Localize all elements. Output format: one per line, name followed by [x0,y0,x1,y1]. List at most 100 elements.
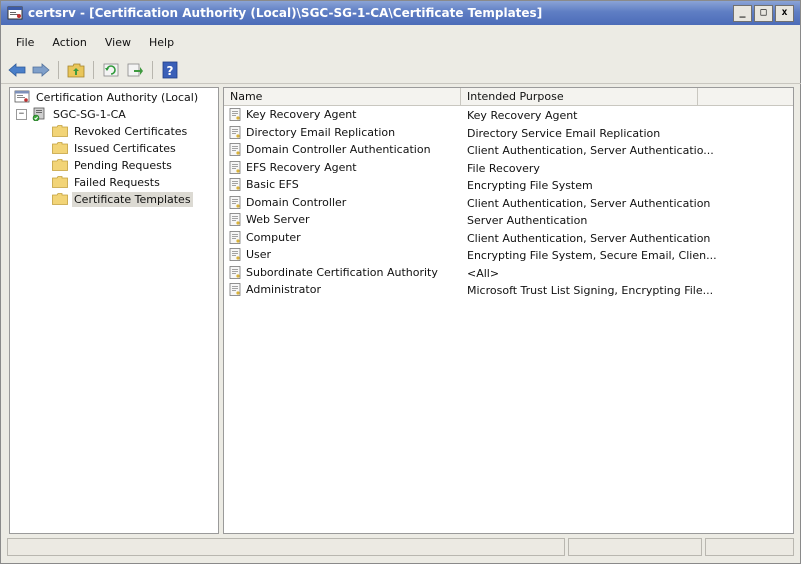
template-name-label: Directory Email Replication [246,125,396,139]
certificate-template-icon [229,108,241,121]
template-name-label: Domain Controller [246,195,347,209]
certificate-template-icon [229,125,241,139]
ca-server-icon [32,107,45,121]
cell-intended-purpose: Client Authentication, Server Authentica… [467,144,714,157]
column-header-intended-purpose[interactable]: Intended Purpose [461,88,698,105]
window-title: certsrv - [Certification Authority (Loca… [28,6,543,20]
tree-label-ca: SGC-SG-1-CA [53,107,126,121]
table-row[interactable]: Subordinate Certification Authority <All> [224,265,793,282]
tree-label-failed: Failed Requests [74,175,160,189]
cell-template-name: Web Server [229,213,310,226]
status-bar [7,538,794,556]
cell-intended-purpose: File Recovery [467,161,540,175]
tree-item-ca[interactable]: − SGC-SG-1-CA [16,106,128,122]
template-name-label: Subordinate Certification Authority [246,265,438,279]
tree-item-pending[interactable]: Pending Requests [52,157,174,173]
folder-icon [52,159,68,171]
menu-bar: File Action View Help [1,33,801,53]
certificate-template-icon [229,213,241,226]
tree-item-issued[interactable]: Issued Certificates [52,140,178,156]
list-header: Name Intended Purpose [224,88,793,106]
back-arrow-icon [8,63,26,77]
toolbar-separator [58,61,59,79]
cell-template-name: Domain Controller [229,196,346,209]
menu-file[interactable]: File [7,33,43,53]
refresh-button[interactable] [101,60,121,80]
menu-view[interactable]: View [96,33,140,53]
table-row[interactable]: User Encrypting File System, Secure Email… [224,247,793,264]
certsrv-app-icon [7,6,23,20]
cell-intended-purpose: Directory Service Email Replication [467,126,661,140]
status-segment-middle [568,538,702,556]
title-bar[interactable]: certsrv - [Certification Authority (Loca… [1,1,800,25]
certification-authority-icon [14,90,30,103]
template-name-label: Basic EFS [246,178,299,191]
up-folder-icon [67,63,85,78]
menu-action[interactable]: Action [43,33,95,53]
export-icon [127,63,143,77]
table-row[interactable]: Domain Controller Authentication Client A… [224,142,793,159]
column-header-empty[interactable] [698,88,793,105]
tree-label-certificate-templates: Certificate Templates [72,191,193,207]
table-row[interactable]: Directory Email Replication Directory Ser… [224,125,793,142]
help-icon: ? [162,61,178,79]
tree-label-revoked: Revoked Certificates [74,124,188,138]
maximize-button[interactable]: □ [754,5,773,22]
tree-label-pending: Pending Requests [74,158,172,172]
table-row[interactable]: Key Recovery Agent Key Recovery Agent [224,107,793,124]
tree-item-revoked[interactable]: Revoked Certificates [52,123,189,139]
tree-item-failed[interactable]: Failed Requests [52,174,162,190]
certificate-template-icon [229,160,241,174]
cell-template-name: EFS Recovery Agent [229,161,357,174]
certificate-template-icon [229,265,241,279]
help-button[interactable]: ? [160,60,180,80]
mmc-window: certsrv - [Certification Authority (Loca… [0,0,801,564]
minimize-button[interactable]: _ [733,5,752,22]
up-one-level-button[interactable] [66,60,86,80]
back-button[interactable] [7,60,27,80]
table-row[interactable]: Web Server Server Authentication [224,212,793,229]
forward-button[interactable] [31,60,51,80]
menu-help[interactable]: Help [140,33,183,53]
table-row[interactable]: Domain Controller Client Authentication, … [224,195,793,212]
table-row[interactable]: Computer Client Authentication, Server Au… [224,230,793,247]
folder-icon [52,125,68,137]
toolbar-separator [152,61,153,79]
cell-intended-purpose: Microsoft Trust List Signing, Encrypting… [467,284,714,297]
window-controls: _ □ x [733,5,794,22]
table-row[interactable]: EFS Recovery Agent File Recovery [224,160,793,177]
cell-template-name: Basic EFS [229,178,299,191]
tree-item-root[interactable]: Certification Authority (Local) [14,89,200,105]
toolbar-separator [93,61,94,79]
certificate-template-icon [229,230,241,244]
column-header-name[interactable]: Name [224,88,461,105]
tree-item-certificate-templates[interactable]: Certificate Templates [52,191,193,207]
cell-template-name: Key Recovery Agent [229,108,357,121]
cell-template-name: Computer [229,231,301,244]
console-tree[interactable]: Certification Authority (Local) − SGC-SG… [9,87,219,534]
certificate-template-icon [229,248,241,261]
results-list[interactable]: Name Intended Purpose Key Recovery Agent… [223,87,794,534]
template-name-label: Administrator [246,283,321,296]
status-segment-right [705,538,794,556]
certificate-template-icon [229,283,241,296]
cell-intended-purpose: Key Recovery Agent [467,109,578,122]
collapse-expander[interactable]: − [16,108,27,120]
cell-intended-purpose: Encrypting File System, Secure Email, Cl… [467,249,717,262]
cell-template-name: Subordinate Certification Authority [229,266,438,279]
template-name-label: Key Recovery Agent [246,108,357,121]
tree-label-issued: Issued Certificates [74,141,176,155]
folder-icon [52,142,68,154]
tree-label-root: Certification Authority (Local) [36,90,199,104]
close-button[interactable]: x [775,5,794,22]
folder-icon [52,176,68,188]
table-row[interactable]: Basic EFS Encrypting File System [224,177,793,194]
export-list-button[interactable] [125,60,145,80]
table-row[interactable]: Administrator Microsoft Trust List Signin… [224,282,793,299]
cell-template-name: Administrator [229,283,321,296]
toolbar: ? [1,57,801,84]
cell-intended-purpose: Server Authentication [467,214,588,227]
cell-intended-purpose: <All> [467,266,500,280]
cell-template-name: Domain Controller Authentication [229,143,431,156]
forward-arrow-icon [32,63,50,77]
